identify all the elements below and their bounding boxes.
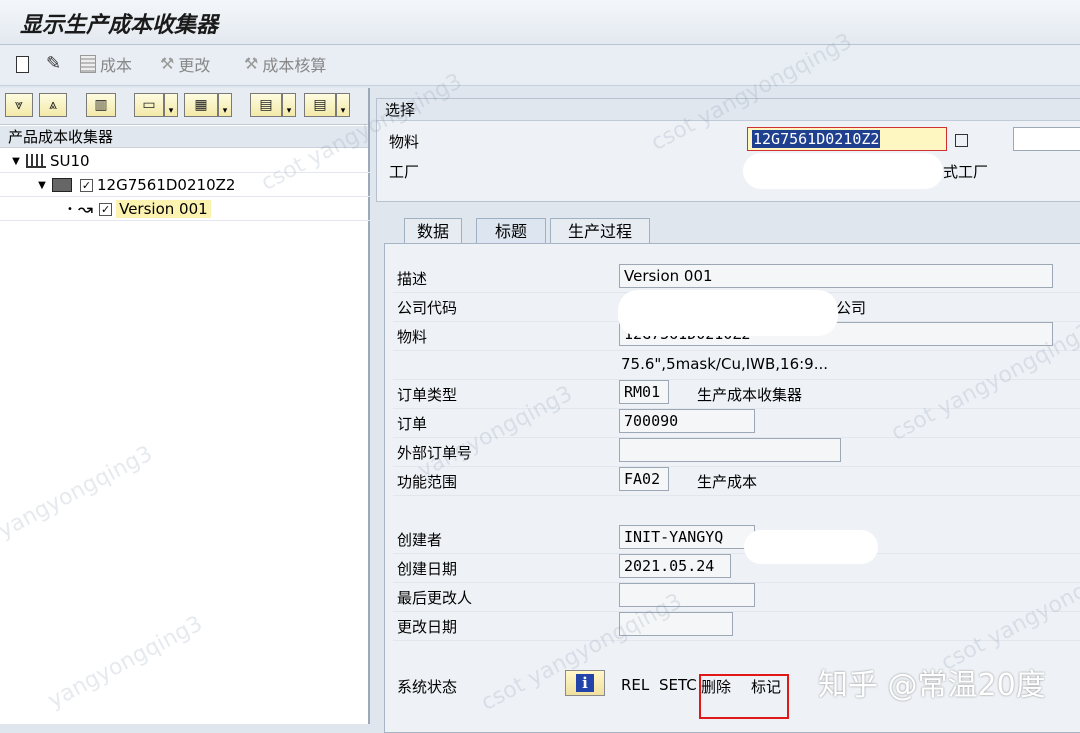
order-type-row: 订单类型 RM01 生产成本收集器: [393, 380, 1080, 409]
expand-icon: ⩔: [15, 97, 23, 113]
cost-calc-button[interactable]: ⚒ 成本核算: [244, 52, 326, 76]
list-icon: ▤: [313, 97, 327, 113]
factory-icon: [26, 154, 46, 168]
tree-node-plant[interactable]: ▼ SU10: [0, 150, 376, 173]
highlight-box: [699, 674, 789, 719]
checkbox-icon[interactable]: ✓: [80, 178, 93, 192]
expand-triangle-icon[interactable]: ▼: [10, 156, 22, 167]
edit-button[interactable]: ✎: [46, 52, 61, 76]
order-type-text: 生产成本收集器: [697, 386, 803, 404]
cost-calc-button-label: 成本核算: [262, 56, 327, 75]
binoculars-icon: ▥: [94, 97, 108, 113]
table-icon: ▦: [194, 97, 208, 113]
layout-button[interactable]: ▦: [184, 93, 218, 117]
external-order-row: 外部订单号: [393, 438, 1080, 467]
material-text-row: 75.6",5mask/Cu,IWB,16:9...: [393, 351, 1080, 380]
pencil-icon: ✎: [46, 53, 62, 74]
variant-button[interactable]: ▤: [304, 93, 336, 117]
plant-name-text: 式工厂: [943, 163, 989, 181]
changed-by-row: 最后更改人: [393, 583, 1080, 612]
layout-dropdown[interactable]: ▾: [218, 93, 232, 117]
tree-node-version[interactable]: • ↝ ✓ Version 001: [0, 198, 430, 221]
tree-pane: ⩔ ⩓ ▥ ▭ ▾ ▦ ▾ ▤ ▾ ▤ ▾ 产品成本收集器 ▼ SU10 ▼ ✓…: [0, 88, 430, 724]
material-input[interactable]: 12G7561D0210Z2: [747, 127, 947, 151]
selection-box: 选择 物料 12G7561D0210Z2 工厂 式工厂: [376, 98, 1080, 202]
collapse-all-button[interactable]: ⩓: [39, 93, 67, 117]
material-description-text: 75.6",5mask/Cu,IWB,16:9...: [621, 355, 829, 373]
functional-area-field[interactable]: FA02: [619, 467, 669, 491]
zhihu-credit-watermark: 知乎 @常温20度: [818, 668, 1046, 703]
order-type-field[interactable]: RM01: [619, 380, 669, 404]
collapse-icon: ⩓: [49, 97, 57, 113]
changed-by-field[interactable]: [619, 583, 755, 607]
calculator-icon: [80, 55, 96, 73]
external-order-field[interactable]: [619, 438, 841, 462]
dropdown-icon: ▾: [222, 106, 228, 116]
description-field[interactable]: Version 001: [619, 264, 1053, 288]
dropdown-icon: ▾: [168, 106, 174, 116]
tree-header: 产品成本收集器: [0, 126, 368, 148]
bullet-icon: •: [67, 203, 73, 215]
tool-icon: ⚒: [160, 54, 175, 73]
change-button[interactable]: ⚒ 更改: [160, 52, 210, 76]
detail-pane: 选择 物料 12G7561D0210Z2 工厂 式工厂 数据 标题 生产过程 描…: [372, 88, 1080, 733]
new-document-button[interactable]: [16, 52, 29, 76]
selection-plant-label: 工厂: [389, 163, 420, 181]
order-row: 订单 700090: [393, 409, 1080, 438]
dropdown-icon: ▾: [286, 106, 292, 116]
version-icon: ↝: [78, 198, 94, 220]
selection-title: 选择: [377, 99, 1080, 121]
redacted-region: [743, 153, 943, 189]
export-icon: ▤: [259, 97, 273, 113]
tab-data[interactable]: 数据: [404, 218, 462, 244]
material-text-field[interactable]: [1013, 127, 1080, 151]
find-button[interactable]: ▥: [86, 93, 116, 117]
status-rel: REL: [621, 676, 650, 694]
created-by-field[interactable]: INIT-YANGYQ: [619, 525, 755, 549]
tab-header[interactable]: 标题: [476, 218, 546, 244]
copy-icon: [954, 133, 968, 147]
created-date-field[interactable]: 2021.05.24: [619, 554, 731, 578]
changed-date-field[interactable]: [619, 612, 733, 636]
title-bar: 显示生产成本收集器: [0, 0, 1080, 45]
status-setc: SETC: [659, 676, 697, 694]
created-date-row: 创建日期 2021.05.24: [393, 554, 1080, 583]
document-icon: [16, 55, 29, 73]
window-title: 显示生产成本收集器: [20, 12, 219, 38]
variant-dropdown[interactable]: ▾: [336, 93, 350, 117]
cost-button-label: 成本: [100, 56, 133, 75]
dropdown-icon: ▾: [340, 106, 346, 116]
tab-production-process[interactable]: 生产过程: [550, 218, 650, 244]
status-info-button[interactable]: i: [565, 670, 605, 696]
export-button[interactable]: ▤: [250, 93, 282, 117]
export-dropdown[interactable]: ▾: [282, 93, 296, 117]
expand-triangle-icon[interactable]: ▼: [36, 180, 48, 191]
material-icon: [52, 178, 72, 192]
application-toolbar: ✎ 成本 ⚒ 更改 ⚒ 成本核算: [0, 45, 1080, 86]
tree-toolbar: ⩔ ⩓ ▥ ▭ ▾ ▦ ▾ ▤ ▾ ▤ ▾: [0, 88, 368, 125]
tool-icon: ⚒: [244, 54, 259, 73]
print-button[interactable]: ▭: [134, 93, 164, 117]
created-by-row: 创建者 INIT-YANGYQ: [393, 525, 1080, 554]
tree-node-label: Version 001: [116, 200, 211, 218]
info-icon: i: [576, 674, 594, 692]
redacted-region: [618, 290, 838, 336]
functional-area-row: 功能范围 FA02 生产成本: [393, 467, 1080, 496]
order-field[interactable]: 700090: [619, 409, 755, 433]
functional-area-text: 生产成本: [697, 473, 758, 491]
cost-button[interactable]: 成本: [80, 52, 132, 76]
change-button-label: 更改: [178, 56, 211, 75]
tree-node-material[interactable]: ▼ ✓ 12G7561D0210Z2: [0, 174, 402, 197]
search-help-button[interactable]: [951, 129, 971, 151]
redacted-region: [744, 530, 878, 564]
selection-material-label: 物料: [389, 133, 420, 151]
changed-date-row: 更改日期: [393, 612, 1080, 641]
print-dropdown[interactable]: ▾: [164, 93, 178, 117]
checkbox-icon[interactable]: ✓: [99, 202, 113, 216]
description-row: 描述 Version 001: [393, 264, 1080, 293]
tree-node-label: SU10: [50, 152, 90, 170]
tree-node-label: 12G7561D0210Z2: [97, 176, 236, 194]
print-icon: ▭: [142, 97, 156, 113]
expand-all-button[interactable]: ⩔: [5, 93, 33, 117]
